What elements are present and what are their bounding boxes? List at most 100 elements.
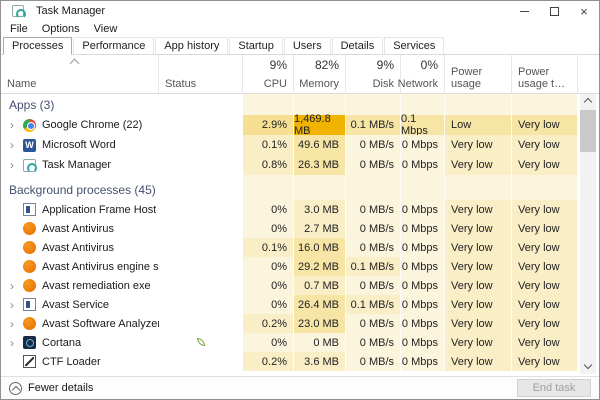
fewer-details-toggle[interactable]: Fewer details — [9, 381, 93, 395]
menu-file[interactable]: File — [3, 23, 35, 35]
power-usage-trend-value: Very low — [512, 238, 578, 257]
process-name-cell: › Microsoft Word — [1, 135, 159, 155]
memory-value: 23.0 MB — [294, 314, 346, 333]
memory-value: 16.0 MB — [294, 238, 346, 257]
minimize-button[interactable] — [509, 1, 539, 21]
process-row[interactable]: › Avast Antivirus 0% 2.7 MB 0 MB/s 0 Mbp… — [1, 219, 578, 238]
chevron-up-circle-icon — [9, 381, 22, 395]
column-header-power-usage[interactable]: Power usage — [445, 55, 512, 93]
end-task-button[interactable]: End task — [517, 379, 591, 397]
status-cell — [159, 200, 243, 219]
memory-value: 1,469.8 MB — [294, 113, 346, 137]
disk-value: 0.1 MB/s — [346, 115, 401, 135]
power-usage-trend-value: Very low — [512, 314, 578, 333]
tab-strip: Processes Performance App history Startup Us… — [1, 37, 599, 55]
power-usage-trend-value: Very low — [512, 352, 578, 371]
disk-value: 0.1 MB/s — [346, 295, 401, 314]
section-header-row[interactable]: Background processes (45) — [1, 175, 578, 200]
close-button[interactable]: × — [569, 1, 599, 21]
section-header-row[interactable]: Apps (3) — [1, 94, 578, 115]
memory-value: 49.6 MB — [294, 135, 346, 155]
disk-value: 0 MB/s — [346, 276, 401, 295]
process-name: Application Frame Host — [42, 203, 157, 216]
expand-chevron-icon[interactable]: › — [5, 299, 19, 311]
disk-value: 0 MB/s — [346, 200, 401, 219]
power-usage-trend-value: Very low — [512, 333, 578, 352]
network-total-percent: 0% — [420, 58, 438, 72]
expand-chevron-icon[interactable]: › — [5, 139, 19, 151]
cpu-value: 0% — [243, 219, 294, 238]
tab-processes[interactable]: Processes — [3, 37, 73, 55]
cpu-value: 0.8% — [243, 155, 294, 175]
process-row[interactable]: › Microsoft Word 0.1% 49.6 MB 0 MB/s 0 M… — [1, 135, 578, 155]
memory-value: 29.2 MB — [294, 257, 346, 276]
tab-services[interactable]: Services — [384, 37, 445, 54]
avast-icon — [23, 241, 36, 254]
process-row[interactable]: › CTF Loader 0.2% 3.6 MB 0 MB/s 0 Mbps V… — [1, 352, 578, 371]
process-name-cell: › Avast Antivirus — [1, 219, 159, 238]
column-header-cpu[interactable]: 9% CPU — [243, 55, 294, 93]
status-cell — [159, 314, 243, 333]
process-name: Google Chrome (22) — [42, 119, 143, 131]
power-usage-value: Very low — [445, 135, 512, 155]
expand-chevron-icon[interactable]: › — [5, 337, 19, 349]
expand-chevron-icon[interactable]: › — [5, 159, 19, 171]
memory-value: 3.6 MB — [294, 352, 346, 371]
tab-startup[interactable]: Startup — [229, 37, 283, 54]
process-name-cell: › Google Chrome (22) — [1, 115, 159, 135]
expand-chevron-icon[interactable]: › — [5, 280, 19, 292]
vertical-scrollbar[interactable] — [580, 94, 596, 374]
memory-value: 2.7 MB — [294, 219, 346, 238]
process-row[interactable]: › Application Frame Host 0% 3.0 MB 0 MB/… — [1, 200, 578, 219]
avast-icon — [23, 279, 36, 292]
process-row[interactable]: › Task Manager 0.8% 26.3 MB 0 MB/s 0 Mbp… — [1, 155, 578, 175]
status-cell — [159, 155, 243, 175]
expand-chevron-icon[interactable]: › — [5, 119, 19, 131]
column-header-memory[interactable]: 82% Memory — [294, 55, 346, 93]
menu-view[interactable]: View — [87, 23, 125, 35]
task-manager-window: Task Manager × File Options View Process… — [0, 0, 600, 400]
network-value: 0 Mbps — [401, 352, 445, 371]
column-header-disk[interactable]: 9% Disk — [346, 55, 401, 93]
process-name: Avast remediation exe — [42, 279, 151, 292]
process-row[interactable]: › Avast Software Analyzer 0.2% 23.0 MB 0… — [1, 314, 578, 333]
tab-app-history[interactable]: App history — [155, 37, 229, 54]
power-usage-value: Very low — [445, 314, 512, 333]
process-name-cell: › Application Frame Host — [1, 200, 159, 219]
chrome-icon — [23, 118, 36, 132]
memory-value: 0.7 MB — [294, 276, 346, 295]
column-header-power-usage-trend[interactable]: Power usage t… — [512, 55, 578, 93]
scroll-up-icon[interactable] — [580, 94, 596, 108]
process-name: Task Manager — [42, 159, 112, 171]
column-header-network[interactable]: 0% Network — [398, 55, 445, 93]
tab-details[interactable]: Details — [331, 37, 384, 54]
footer-bar: Fewer details End task — [1, 376, 599, 399]
leaf-icon — [197, 338, 205, 346]
scroll-down-icon[interactable] — [580, 360, 596, 374]
scrollbar-thumb[interactable] — [580, 110, 596, 152]
maximize-button[interactable] — [539, 1, 569, 21]
process-row[interactable]: › Google Chrome (22) 2.9% 1,469.8 MB 0.1… — [1, 113, 578, 137]
status-cell — [159, 238, 243, 257]
column-header-name[interactable]: Name — [1, 55, 159, 93]
process-row[interactable]: › Avast Service 0% 26.4 MB 0.1 MB/s 0 Mb… — [1, 295, 578, 314]
column-header-status[interactable]: Status — [159, 55, 243, 93]
tab-users[interactable]: Users — [283, 37, 331, 54]
cpu-value: 0.2% — [243, 314, 294, 333]
power-usage-trend-value: Very low — [512, 200, 578, 219]
process-row[interactable]: › Avast remediation exe 0% 0.7 MB 0 MB/s… — [1, 276, 578, 295]
process-name: Avast Service — [42, 298, 110, 311]
tab-performance[interactable]: Performance — [73, 37, 155, 54]
process-name: Avast Antivirus engine server — [42, 260, 159, 273]
status-cell — [159, 219, 243, 238]
title-bar[interactable]: Task Manager × — [1, 1, 599, 21]
network-value: 0 Mbps — [401, 276, 445, 295]
menu-options[interactable]: Options — [35, 23, 87, 35]
avast-icon — [23, 260, 36, 273]
process-row[interactable]: › Avast Antivirus engine server 0% 29.2 … — [1, 257, 578, 276]
process-row[interactable]: › Avast Antivirus 0.1% 16.0 MB 0 MB/s 0 … — [1, 238, 578, 257]
process-row[interactable]: › Cortana 0% 0 MB 0 MB/s 0 Mbps Very low… — [1, 333, 578, 352]
expand-chevron-icon[interactable]: › — [5, 318, 19, 330]
cpu-value: 0% — [243, 295, 294, 314]
status-cell — [159, 257, 243, 276]
